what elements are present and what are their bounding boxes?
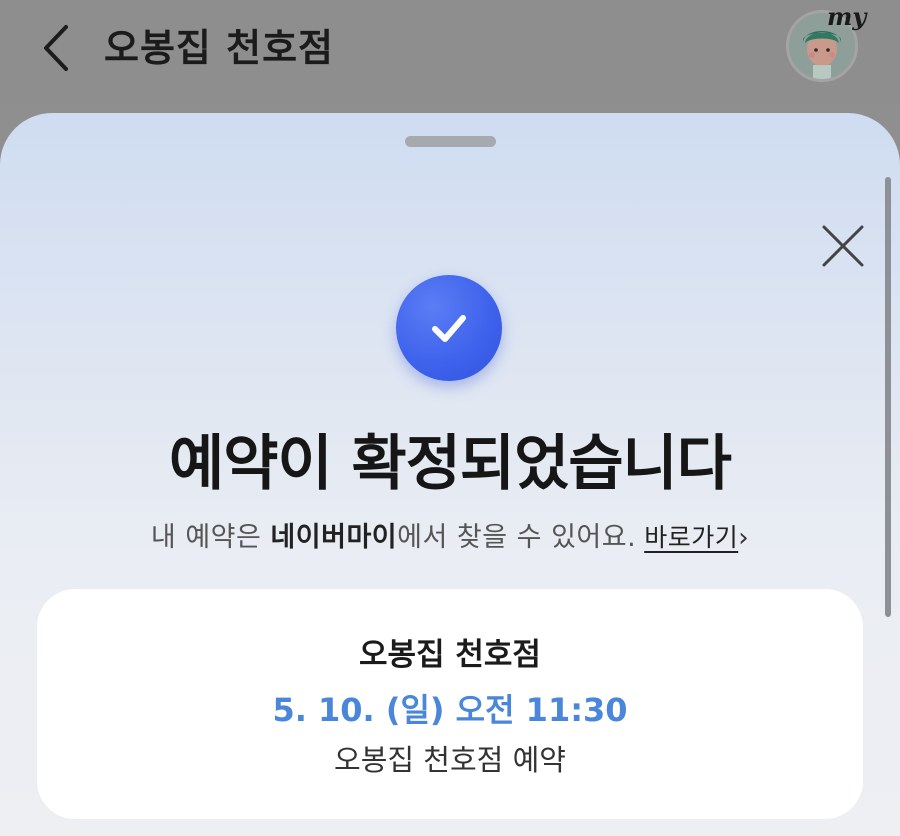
reservation-datetime: 5. 10. (일) 오전 11:30 — [272, 691, 628, 729]
my-badge: my — [827, 2, 867, 31]
subtext-prefix: 내 예약은 — [150, 522, 271, 553]
reservation-type: 오봉집 천호점 예약 — [334, 743, 566, 777]
chevron-right-icon[interactable]: › — [738, 523, 749, 553]
close-button[interactable] — [818, 221, 868, 271]
subtext-suffix: 에서 찾을 수 있어요. — [397, 522, 637, 553]
header: 오봉집 천호점 my — [0, 0, 900, 104]
sheet-drag-handle[interactable] — [405, 136, 496, 147]
naver-my-label: 네이버마이 — [270, 522, 398, 553]
back-button[interactable] — [30, 18, 80, 78]
success-check-badge — [396, 275, 502, 381]
close-icon — [822, 225, 864, 267]
reservation-store-name: 오봉집 천호점 — [359, 637, 541, 673]
chevron-left-icon — [44, 25, 68, 71]
reservation-card[interactable]: 오봉집 천호점 5. 10. (일) 오전 11:30 오봉집 천호점 예약 — [37, 589, 863, 819]
check-icon — [432, 315, 466, 342]
confirmation-sheet: 예약이 확정되었습니다 내 예약은 네이버마이에서 찾을 수 있어요. 바로가기›… — [0, 113, 900, 836]
confirmation-subtext: 내 예약은 네이버마이에서 찾을 수 있어요. 바로가기› — [0, 515, 900, 554]
confirmation-heading: 예약이 확정되었습니다 — [169, 429, 732, 499]
go-now-link[interactable]: 바로가기 — [644, 523, 738, 552]
page-title: 오봉집 천호점 — [104, 26, 334, 70]
